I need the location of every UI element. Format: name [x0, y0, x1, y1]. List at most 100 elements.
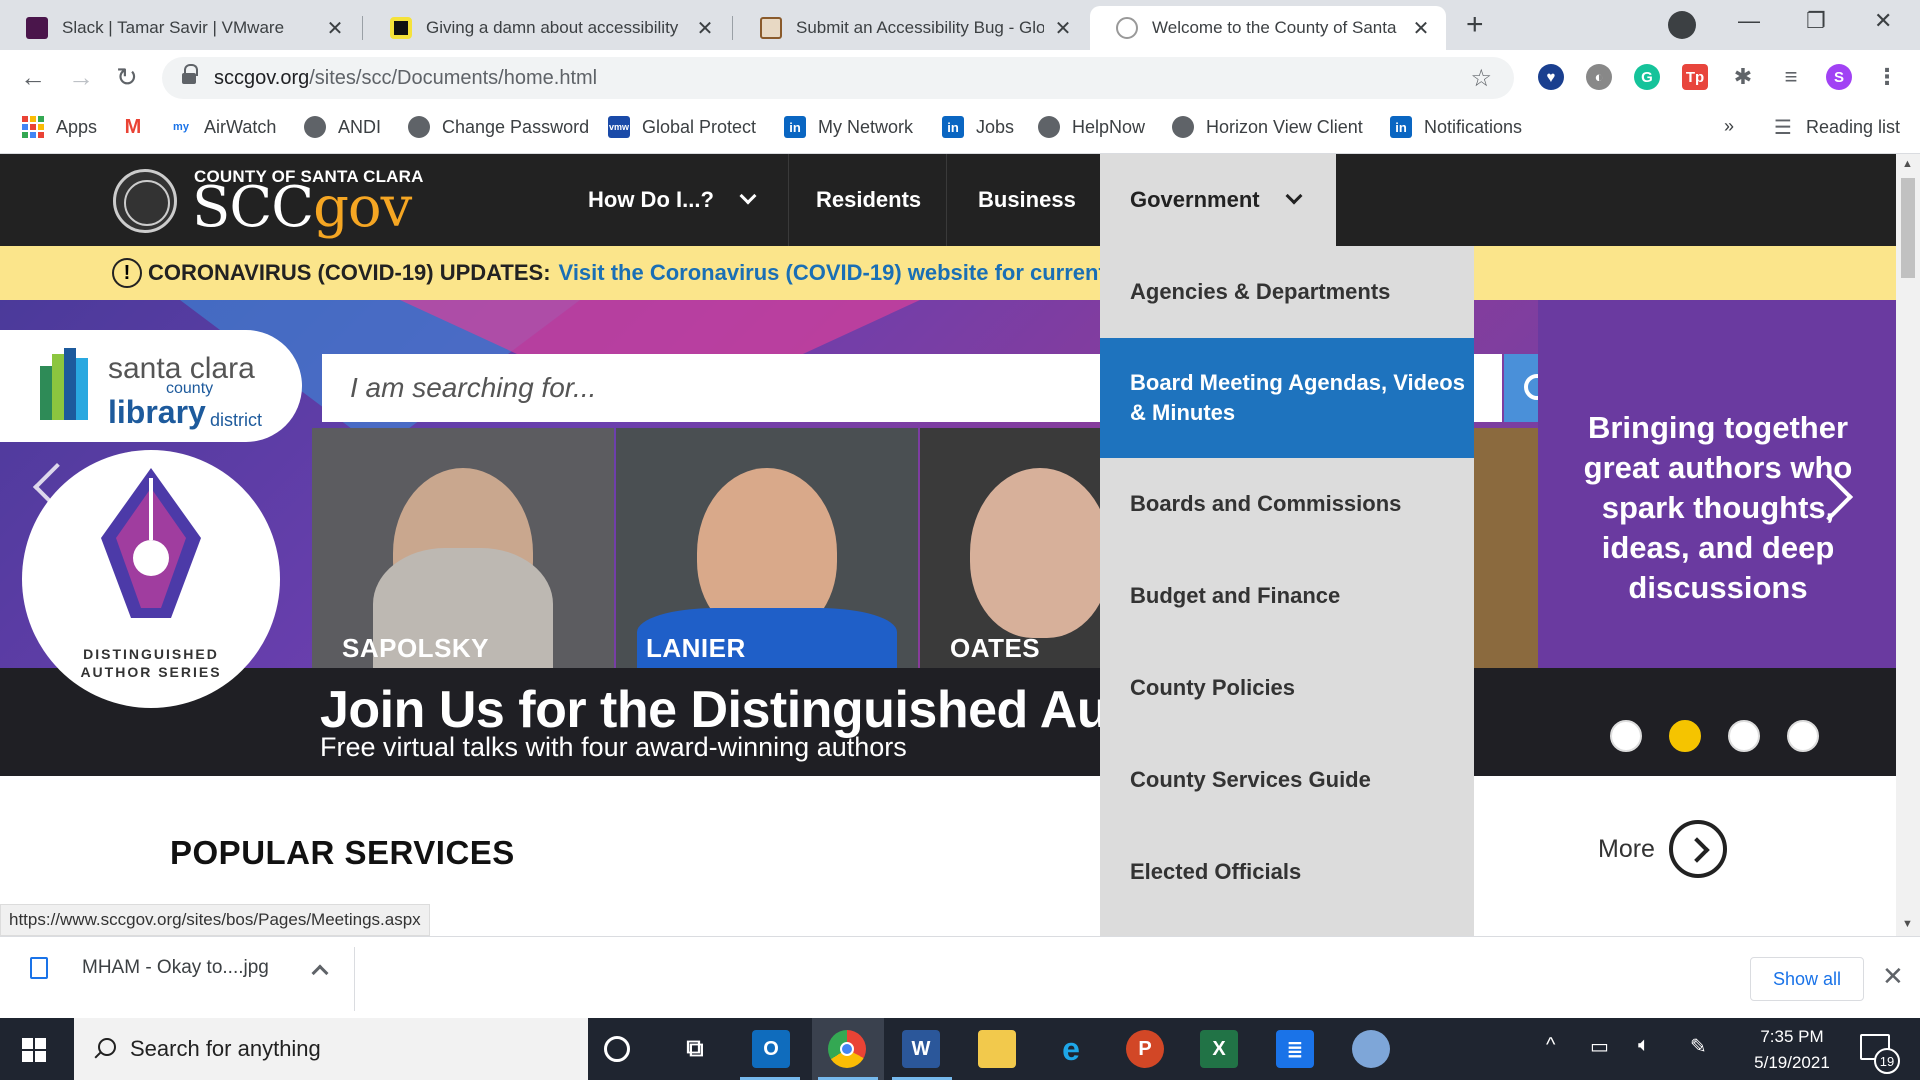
- tab-giving-a-damn[interactable]: Giving a damn about accessibility ✕: [364, 6, 730, 50]
- menu-item-budget-finance[interactable]: Budget and Finance: [1100, 550, 1474, 642]
- excel-icon[interactable]: X: [1200, 1030, 1238, 1068]
- tray-chevron-icon[interactable]: ^: [1546, 1034, 1555, 1057]
- close-icon[interactable]: ✕: [324, 16, 346, 41]
- nav-label: How Do I...?: [588, 187, 714, 212]
- bookmark-label: HelpNow: [1072, 116, 1146, 137]
- close-icon[interactable]: ✕: [1882, 961, 1904, 992]
- extension-tp-icon[interactable]: Tp: [1682, 64, 1708, 90]
- address-bar[interactable]: sccgov.org/sites/scc/Documents/home.html…: [162, 57, 1514, 99]
- menu-item-board-meetings[interactable]: Board Meeting Agendas, Videos & Minutes: [1100, 338, 1474, 458]
- extension-heart-icon[interactable]: ♥: [1538, 64, 1564, 90]
- author-photo-sapolsky: SAPOLSKY: [312, 428, 614, 668]
- restore-icon[interactable]: ❐: [1806, 8, 1826, 34]
- close-icon[interactable]: ✕: [694, 16, 716, 41]
- close-window-icon[interactable]: ✕: [1874, 8, 1892, 34]
- tab-sccgov[interactable]: Welcome to the County of Santa ✕: [1090, 6, 1446, 50]
- close-icon[interactable]: ✕: [1410, 16, 1432, 41]
- lock-icon[interactable]: [182, 64, 198, 86]
- tab-slack[interactable]: Slack | Tamar Savir | VMware ✕: [0, 6, 360, 50]
- nav-business[interactable]: Business: [978, 154, 1076, 246]
- reading-list[interactable]: ☰ Reading list: [1772, 116, 1900, 139]
- download-item[interactable]: MHAM - Okay to....jpg: [30, 957, 269, 979]
- bookmarks-bar: Apps M my AirWatch ANDI Change Password …: [0, 106, 1920, 154]
- hero-title[interactable]: Join Us for the Distinguished Autho: [320, 680, 1188, 740]
- chevron-right-circle-icon: [1668, 820, 1727, 878]
- bookmark-label: Horizon View Client: [1206, 116, 1363, 137]
- show-all-button[interactable]: Show all: [1750, 957, 1864, 1001]
- bookmark-horizon[interactable]: Horizon View Client: [1172, 116, 1363, 138]
- bookmark-my-network[interactable]: in My Network: [784, 116, 913, 138]
- outlook-icon[interactable]: O: [752, 1030, 790, 1068]
- chrome-menu-icon[interactable]: ⋮: [1874, 64, 1900, 90]
- nav-divider: [946, 154, 947, 246]
- back-icon[interactable]: ←: [20, 62, 46, 93]
- windows-start-icon[interactable]: [22, 1038, 46, 1062]
- extension-circle-icon[interactable]: ◐: [1586, 64, 1612, 90]
- bookmarks-overflow[interactable]: »: [1724, 116, 1734, 137]
- menu-item-services-guide[interactable]: County Services Guide: [1100, 734, 1474, 826]
- new-tab-button[interactable]: +: [1466, 10, 1484, 40]
- nav-government[interactable]: Government: [1100, 154, 1336, 246]
- county-seal-icon[interactable]: [113, 169, 177, 233]
- globe-icon: [408, 116, 430, 138]
- menu-item-elected-officials[interactable]: Elected Officials: [1100, 826, 1474, 918]
- bookmark-label: My Network: [818, 116, 914, 137]
- bookmark-global-protect[interactable]: vmw Global Protect: [608, 116, 756, 138]
- library-logo[interactable]: santa clara county library district: [0, 330, 302, 442]
- scroll-down-icon[interactable]: ▼: [1902, 918, 1913, 930]
- battery-icon[interactable]: ▭: [1590, 1034, 1609, 1059]
- taskbar-clock[interactable]: 7:35 PM 5/19/2021: [1742, 1024, 1842, 1076]
- pen-icon[interactable]: ✎: [1690, 1034, 1707, 1059]
- carousel-dot-4[interactable]: [1787, 720, 1819, 752]
- media-control-icon[interactable]: ≡: [1778, 64, 1804, 90]
- powerpoint-icon[interactable]: P: [1126, 1030, 1164, 1068]
- more-link[interactable]: More: [1598, 820, 1727, 878]
- carousel-dot-2[interactable]: [1669, 720, 1701, 752]
- reload-icon[interactable]: ↻: [116, 62, 138, 93]
- tab-submit-bug[interactable]: Submit an Accessibility Bug - Glo ✕: [734, 6, 1088, 50]
- menu-item-boards-commissions[interactable]: Boards and Commissions: [1100, 458, 1474, 550]
- cortana-icon[interactable]: [604, 1036, 630, 1062]
- bookmark-andi[interactable]: ANDI: [304, 116, 381, 138]
- grammarly-icon[interactable]: G: [1634, 64, 1660, 90]
- nav-residents[interactable]: Residents: [816, 154, 921, 246]
- close-icon[interactable]: ✕: [1052, 16, 1074, 41]
- task-view-icon[interactable]: ⧉: [676, 1030, 714, 1068]
- bookmark-apps[interactable]: Apps: [22, 116, 97, 138]
- paint-icon[interactable]: [1352, 1030, 1390, 1068]
- forward-icon[interactable]: →: [68, 62, 94, 93]
- volume-icon[interactable]: 🔈︎: [1638, 1034, 1650, 1057]
- logo-scc: SCC: [192, 175, 314, 240]
- covid-link[interactable]: Visit the Coronavirus (COVID-19) website…: [559, 260, 1139, 286]
- carousel-dot-3[interactable]: [1728, 720, 1760, 752]
- taskbar-search[interactable]: Search for anything: [74, 1018, 588, 1080]
- internet-explorer-icon[interactable]: e: [1052, 1030, 1090, 1068]
- tab-search-icon[interactable]: [1668, 11, 1696, 39]
- bookmark-star-icon[interactable]: ☆: [1470, 64, 1492, 93]
- carousel-dot-1[interactable]: [1610, 720, 1642, 752]
- bookmark-notifications[interactable]: in Notifications: [1390, 116, 1522, 138]
- scrollbar-thumb[interactable]: [1901, 178, 1915, 278]
- docs-app-icon[interactable]: ≣: [1276, 1030, 1314, 1068]
- bookmark-helpnow[interactable]: HelpNow: [1038, 116, 1145, 138]
- bookmark-gmail[interactable]: M: [122, 116, 156, 138]
- extensions-puzzle-icon[interactable]: ✱: [1730, 64, 1756, 90]
- word-icon[interactable]: W: [902, 1030, 940, 1068]
- scroll-up-icon[interactable]: ▲: [1902, 158, 1913, 170]
- chevron-up-icon[interactable]: [311, 964, 329, 982]
- bookmark-airwatch[interactable]: my AirWatch: [170, 116, 276, 138]
- search-icon: [94, 1038, 116, 1060]
- chrome-icon[interactable]: [828, 1030, 866, 1068]
- bookmark-jobs[interactable]: in Jobs: [942, 116, 1014, 138]
- page-scrollbar[interactable]: ▲ ▼: [1896, 154, 1920, 936]
- file-explorer-icon[interactable]: [978, 1030, 1016, 1068]
- sccgov-logo[interactable]: SCCgov: [192, 175, 412, 240]
- bookmark-change-password[interactable]: Change Password: [408, 116, 589, 138]
- menu-item-agencies[interactable]: Agencies & Departments: [1100, 246, 1474, 338]
- gmail-icon: M: [124, 115, 142, 138]
- profile-avatar[interactable]: S: [1826, 64, 1852, 90]
- nav-how-do-i[interactable]: How Do I...?: [588, 154, 757, 246]
- author-face: [970, 468, 1102, 638]
- minimize-icon[interactable]: —: [1738, 8, 1760, 34]
- menu-item-county-policies[interactable]: County Policies: [1100, 642, 1474, 734]
